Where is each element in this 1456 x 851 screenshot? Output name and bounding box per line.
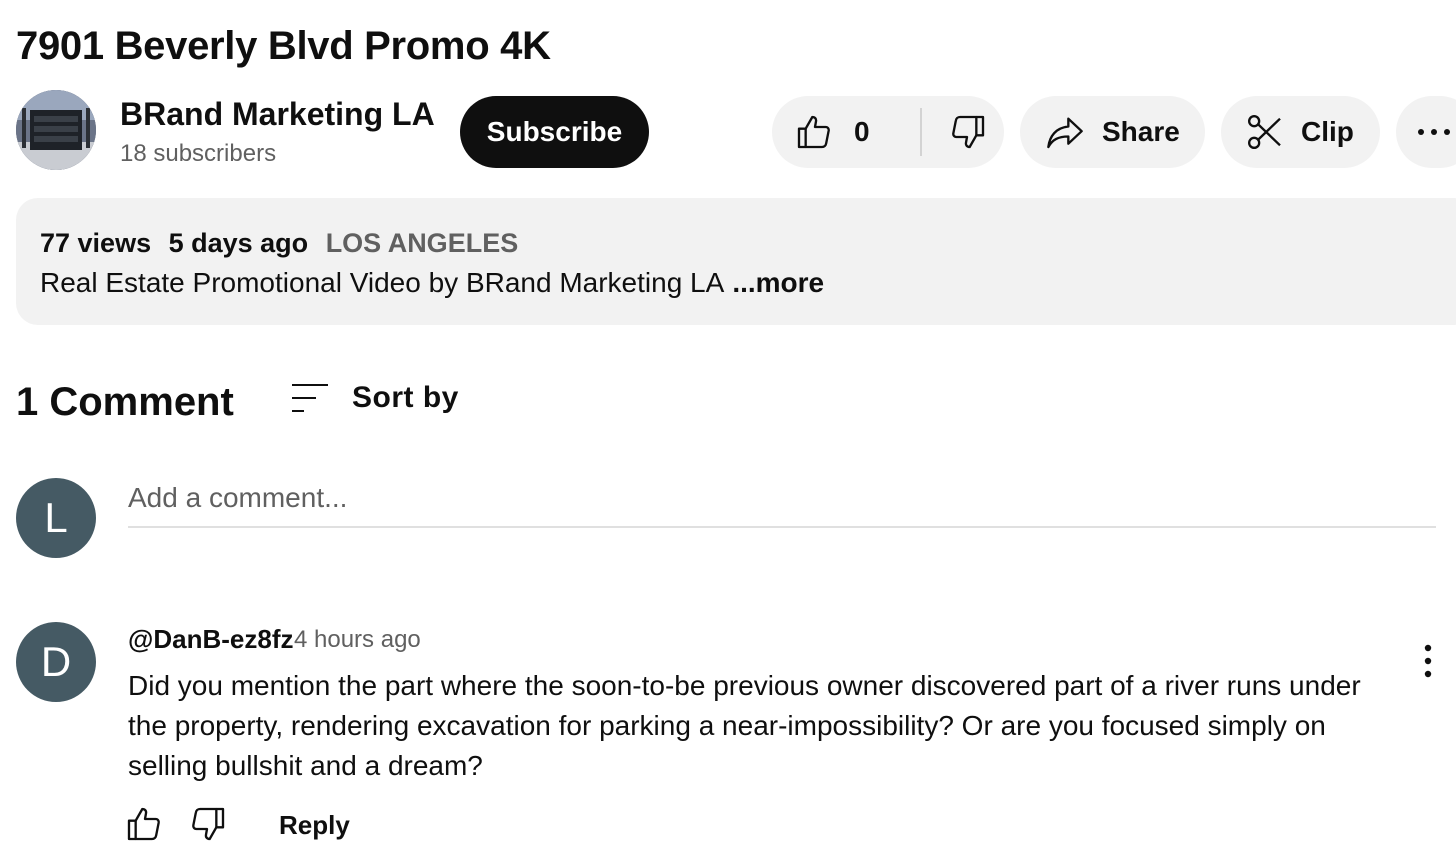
- channel-avatar[interactable]: [16, 90, 96, 170]
- description-box[interactable]: 77 views 5 days ago LOS ANGELES Real Est…: [16, 198, 1456, 325]
- subscribe-button[interactable]: Subscribe: [460, 96, 649, 168]
- like-count: 0: [854, 116, 870, 147]
- comment-menu-button[interactable]: [1412, 642, 1444, 682]
- like-dislike-group: 0: [772, 96, 1004, 168]
- thumb-up-icon: [124, 804, 164, 844]
- channel-avatar-image: [16, 90, 96, 170]
- thumb-down-icon: [188, 804, 228, 844]
- channel-name[interactable]: BRand Marketing LA: [120, 94, 435, 134]
- thumb-down-icon: [948, 112, 988, 152]
- comment-dislike-button[interactable]: [188, 804, 228, 844]
- share-label: Share: [1102, 116, 1180, 147]
- description-text: Real Estate Promotional Video by BRand M…: [40, 267, 725, 298]
- current-user-avatar[interactable]: L: [16, 478, 96, 558]
- comment-text: Did you mention the part where the soon-…: [128, 670, 1361, 781]
- more-horizontal-icon: [1416, 126, 1456, 138]
- more-vertical-icon: [1412, 642, 1444, 682]
- comment-author-avatar[interactable]: D: [16, 622, 96, 702]
- thumb-up-icon: [794, 112, 834, 152]
- sort-by-button[interactable]: Sort by: [290, 378, 459, 418]
- location-link[interactable]: LOS ANGELES: [326, 228, 519, 258]
- comment-like-button[interactable]: [124, 804, 164, 844]
- view-count: 77 views: [40, 228, 152, 258]
- like-button[interactable]: 0: [772, 96, 898, 168]
- comment-time[interactable]: 4 hours ago: [294, 624, 421, 656]
- reply-button[interactable]: Reply: [279, 808, 350, 842]
- clip-label: Clip: [1301, 116, 1354, 147]
- share-arrow-icon: [1044, 112, 1086, 152]
- subscriber-count: 18 subscribers: [120, 140, 277, 167]
- scissors-icon: [1245, 112, 1285, 152]
- show-more-link[interactable]: ...more: [732, 267, 824, 298]
- add-comment-input[interactable]: Add a comment...: [128, 478, 1436, 528]
- video-title: 7901 Beverly Blvd Promo 4K: [16, 24, 551, 68]
- sort-by-label: Sort by: [352, 381, 459, 414]
- video-meta: 77 views 5 days ago LOS ANGELES: [40, 226, 518, 260]
- clip-button[interactable]: Clip: [1221, 96, 1380, 168]
- comments-count: 1 Comment: [16, 380, 234, 424]
- upload-date: 5 days ago: [168, 228, 309, 258]
- dislike-button[interactable]: [922, 96, 988, 168]
- more-actions-button[interactable]: [1396, 96, 1456, 168]
- description-text-line: Real Estate Promotional Video by BRand M…: [40, 266, 824, 300]
- comment-author[interactable]: @DanB-ez8fz: [128, 622, 293, 656]
- share-button[interactable]: Share: [1020, 96, 1205, 168]
- sort-icon: [290, 382, 330, 414]
